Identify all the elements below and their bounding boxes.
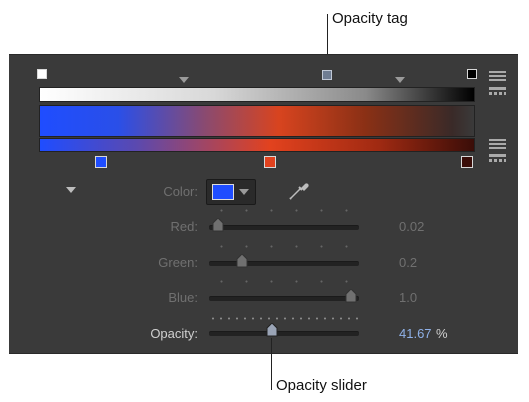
red-slider-track[interactable] — [209, 225, 359, 230]
color-tag-middle[interactable] — [264, 156, 276, 168]
gradient-editor-panel: Color: Red: 0.02 Green: 0.2 Blue: 1.0 Op… — [9, 54, 518, 354]
color-swatch — [212, 184, 234, 200]
red-slider-thumb[interactable] — [212, 217, 224, 232]
opacity-tags-presets-icon[interactable] — [489, 87, 506, 97]
green-ticks — [209, 245, 359, 248]
blue-slider-thumb[interactable] — [345, 288, 357, 303]
opacity-unit: % — [436, 326, 448, 341]
color-label: Color: — [163, 184, 198, 199]
opacity-tag-start[interactable] — [37, 69, 47, 79]
color-tag-end[interactable] — [461, 156, 473, 168]
opacity-tag-callout: Opacity tag — [332, 10, 408, 27]
opacity-tag-middle[interactable] — [322, 70, 332, 80]
opacity-value[interactable]: 41.67 — [399, 326, 432, 341]
opacity-tags-menu-icon[interactable] — [489, 71, 506, 83]
opacity-slider-leader-line — [271, 338, 272, 390]
color-well[interactable] — [206, 179, 256, 205]
color-tags-presets-icon[interactable] — [489, 154, 506, 164]
green-label: Green: — [158, 255, 198, 270]
opacity-slider-thumb[interactable] — [266, 322, 278, 337]
opacity-slider-callout: Opacity slider — [276, 377, 367, 394]
red-value[interactable]: 0.02 — [399, 219, 424, 234]
green-value[interactable]: 0.2 — [399, 255, 417, 270]
red-label: Red: — [170, 219, 198, 234]
opacity-midpoint-marker-2[interactable] — [395, 77, 405, 83]
opacity-ticks — [209, 317, 359, 320]
opacity-tag-end[interactable] — [467, 69, 477, 79]
green-slider-thumb[interactable] — [236, 253, 248, 268]
disclosure-triangle-icon[interactable] — [66, 187, 76, 193]
green-slider-track[interactable] — [209, 261, 359, 266]
color-tags-menu-icon[interactable] — [489, 139, 506, 151]
eyedropper-icon[interactable] — [287, 178, 311, 202]
gradient-preview-bar — [39, 105, 475, 137]
opacity-midpoint-marker[interactable] — [179, 77, 189, 83]
color-gradient-bar[interactable] — [39, 138, 475, 152]
blue-label: Blue: — [168, 290, 198, 305]
red-ticks — [209, 209, 359, 212]
opacity-slider-track[interactable] — [209, 331, 359, 336]
blue-value[interactable]: 1.0 — [399, 290, 417, 305]
color-popup-chevron-icon[interactable] — [239, 189, 249, 195]
opacity-label: Opacity: — [150, 326, 198, 341]
color-tag-start[interactable] — [95, 156, 107, 168]
opacity-gradient-bar[interactable] — [39, 87, 475, 102]
blue-slider-track[interactable] — [209, 296, 359, 301]
blue-ticks — [209, 280, 359, 283]
